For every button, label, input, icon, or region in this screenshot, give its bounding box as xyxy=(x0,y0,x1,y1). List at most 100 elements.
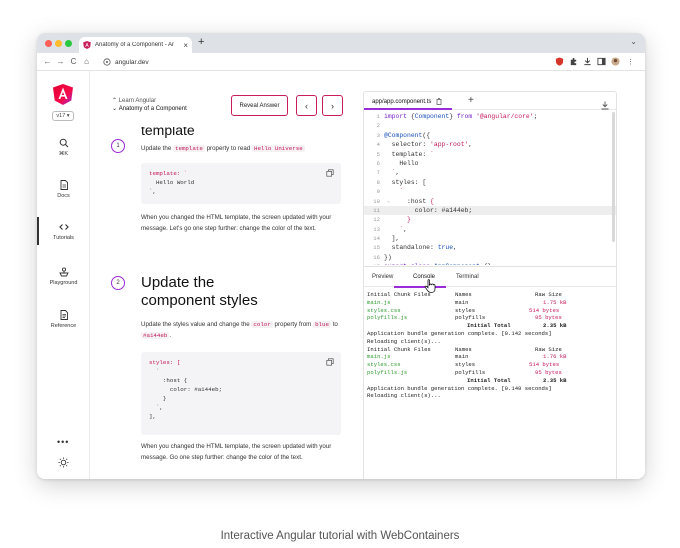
sidebar-item-reference[interactable]: Reference xyxy=(37,310,90,329)
code-line: 16}) xyxy=(364,253,616,262)
inline-code: #a144eb xyxy=(141,332,170,339)
tab-strip: Anatomy of a Component - Ar × + ⌄ xyxy=(37,33,645,53)
line-number: 8 xyxy=(376,178,380,186)
download-icon[interactable] xyxy=(583,57,592,66)
console-row: Reloading client(s)... xyxy=(367,338,613,346)
code-line: 17 export class AppComponent {} xyxy=(364,262,616,265)
code-text: selector: 'app-root', xyxy=(384,141,473,149)
code-text: standalone: true, xyxy=(384,244,457,252)
line-number: 9 xyxy=(376,188,380,196)
breadcrumb[interactable]: ⌃ Learn Angular ⌄ Anatomy of a Component xyxy=(112,97,187,113)
tab-close-icon[interactable]: × xyxy=(183,41,188,50)
forward-button[interactable]: → xyxy=(55,57,66,66)
copy-icon[interactable] xyxy=(326,358,334,366)
console-cell: Initial Total xyxy=(467,376,511,384)
tab-search-icon[interactable]: ⌄ xyxy=(630,37,637,46)
home-button[interactable]: ⌂ xyxy=(81,57,92,66)
more-options-icon[interactable]: ••• xyxy=(57,437,69,447)
code-line: 6 Hello xyxy=(364,159,616,168)
delete-file-icon[interactable] xyxy=(436,98,442,105)
console-row: main.js main 1.75 kB xyxy=(367,299,613,307)
sidebar-item-search[interactable]: ⌘K xyxy=(37,138,90,157)
step2-text: to xyxy=(330,321,338,328)
step-number-badge: 2 xyxy=(111,276,125,290)
console-cell: Reloading client(s)... xyxy=(367,392,441,400)
search-icon xyxy=(59,138,69,148)
profile-icon[interactable] xyxy=(611,57,620,66)
code-line: Hello World xyxy=(149,179,195,186)
editor-scrollbar[interactable] xyxy=(612,112,615,242)
breadcrumb-title: Anatomy of a Component xyxy=(118,106,187,112)
code-text: color: #a144eb; xyxy=(384,206,473,214)
address-bar[interactable]: angular.dev xyxy=(103,56,548,68)
browser-tab[interactable]: Anatomy of a Component - Ar × xyxy=(79,37,192,53)
code-text: :host { xyxy=(384,197,434,205)
tab-title: Anatomy of a Component - Ar xyxy=(95,42,175,48)
inline-code: Hello Universe xyxy=(251,145,305,152)
step2-instruction: Update the styles value and change the c… xyxy=(141,319,345,341)
step2-heading: Update the component styles xyxy=(141,274,258,310)
image-caption: Interactive Angular tutorial with WebCon… xyxy=(220,530,460,542)
code-line: styles: [ xyxy=(149,359,181,366)
step1-text: Update the xyxy=(141,145,173,152)
step2-explanation: When you changed the HTML template, the … xyxy=(141,443,332,461)
next-step-button[interactable]: › xyxy=(322,95,343,116)
copy-icon[interactable] xyxy=(326,169,334,177)
puzzle-icon[interactable] xyxy=(569,57,578,66)
line-number: 3 xyxy=(376,131,380,139)
console-cell: Raw Size xyxy=(535,345,562,353)
code-line: `, xyxy=(149,188,156,195)
site-info-icon[interactable] xyxy=(103,58,111,66)
console-cell: 514 bytes xyxy=(529,306,560,314)
inline-code: template xyxy=(173,145,205,152)
sidebar-item-label: Reference xyxy=(50,323,77,329)
console-row: Application bundle generation complete. … xyxy=(367,385,613,393)
version-select[interactable]: v17 ▾ xyxy=(52,111,74,121)
shield-icon[interactable] xyxy=(555,57,564,66)
maximize-window-dot[interactable] xyxy=(65,40,72,47)
sidebar-icon[interactable] xyxy=(597,57,606,66)
console-cell: polyfills xyxy=(455,368,486,376)
active-tab-indicator xyxy=(364,108,452,110)
line-number: 11 xyxy=(373,206,380,214)
add-file-button[interactable]: + xyxy=(468,95,474,106)
code-text: @Component({ xyxy=(384,131,431,139)
sidebar-item-docs[interactable]: Docs xyxy=(37,180,90,199)
console-cell: Names xyxy=(455,291,472,298)
code-line-current: 11 color: #a144eb; xyxy=(364,205,616,216)
download-project-icon[interactable] xyxy=(601,97,609,110)
console-row: Initial Chunk Files Names Raw Size xyxy=(367,291,613,299)
console-cell: Raw Size xyxy=(535,291,562,298)
breadcrumb-parent: Learn Angular xyxy=(118,98,157,104)
reveal-answer-button[interactable]: Reveal Answer xyxy=(231,95,288,116)
close-window-dot[interactable] xyxy=(45,40,52,47)
url-text: angular.dev xyxy=(115,58,149,66)
step1-explanation: When you changed the HTML template, the … xyxy=(141,214,332,232)
code-line: 12 } xyxy=(364,215,616,224)
screenshot-stage: Anatomy of a Component - Ar × + ⌄ ← → C … xyxy=(0,0,680,548)
sidebar-item-playground[interactable]: Playground xyxy=(37,267,90,286)
code-snippet: template: ` Hello World `, xyxy=(141,163,341,204)
line-number: 13 xyxy=(373,225,380,233)
step2-heading-line: Update the xyxy=(141,274,215,291)
console-row: Initial Total 2.35 kB xyxy=(367,377,613,385)
console-cell: 95 bytes xyxy=(535,314,562,322)
theme-toggle-icon[interactable] xyxy=(58,455,69,468)
file-tab[interactable]: app/app.component.ts xyxy=(372,98,442,105)
tab-preview[interactable]: Preview xyxy=(372,274,393,280)
console-row: Reloading client(s)... xyxy=(367,392,613,400)
line-number: 16 xyxy=(373,253,380,261)
code-area[interactable]: 1 import {Component} from '@angular/core'… xyxy=(364,112,616,265)
reload-button[interactable]: C xyxy=(68,57,79,66)
previous-step-button[interactable]: ‹ xyxy=(296,95,317,116)
new-tab-button[interactable]: + xyxy=(198,36,204,48)
back-button[interactable]: ← xyxy=(42,57,53,66)
console-cell: 1.75 kB xyxy=(543,298,567,306)
minimize-window-dot[interactable] xyxy=(55,40,62,47)
playground-icon xyxy=(58,267,69,277)
tab-terminal[interactable]: Terminal xyxy=(456,274,479,280)
sidebar-item-tutorials[interactable]: Tutorials xyxy=(37,222,90,241)
angular-logo-icon[interactable] xyxy=(53,84,73,105)
menu-icon[interactable]: ⋮ xyxy=(626,57,635,66)
line-number: 14 xyxy=(373,235,380,243)
